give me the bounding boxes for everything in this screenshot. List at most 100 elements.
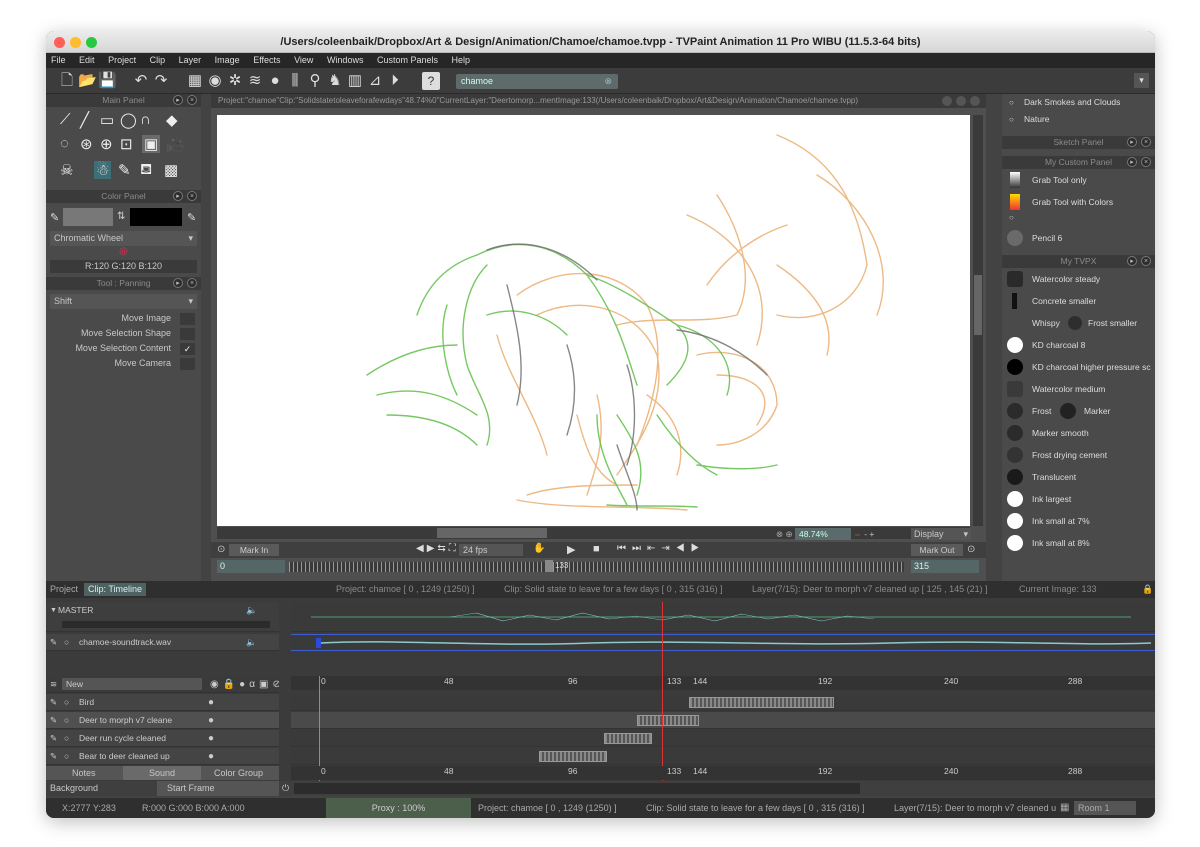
layer-clip[interactable] [689,697,834,708]
zoom-tool-icon[interactable]: ⊕ [100,135,113,153]
zoom-out-icon[interactable]: - + [864,529,874,539]
panel-close-icon[interactable]: × [187,278,197,288]
timeline-scrollbar[interactable] [294,783,860,794]
layer-row-selected[interactable]: ✎ ○ Deer to morph v7 cleane ● [46,712,279,729]
list-item[interactable]: ○ Dark Smokes and Clouds [1002,94,1155,111]
color-wheel-icon[interactable]: ◎ [46,246,201,260]
layer-clip[interactable] [539,751,607,762]
zoom-fit-icon[interactable]: ⇔ [853,529,862,539]
arc-tool-icon[interactable]: ∩ [140,111,151,128]
tab-project[interactable]: Project [50,581,78,598]
checkbox[interactable] [180,328,195,340]
ellipse-tool-icon[interactable]: ◯ [120,111,137,129]
menu-project[interactable]: Project [108,55,136,65]
menu-edit[interactable]: Edit [79,55,95,65]
panel-menu-icon[interactable]: ▸ [173,191,183,201]
sound-start-marker[interactable] [316,638,321,648]
vertical-scrollbar[interactable] [973,115,983,526]
visibility-icon[interactable]: ○ [64,694,69,710]
scrubber-handle[interactable] [545,560,553,572]
drawing-canvas[interactable] [217,115,970,526]
menu-file[interactable]: File [51,55,66,65]
brush-tool-icon[interactable]: ✎ [118,161,131,179]
panel-close-icon[interactable]: × [187,95,197,105]
expand-icon[interactable]: ▼ [50,602,57,619]
menu-clip[interactable]: Clip [150,55,166,65]
brush-watercolor-medium[interactable]: Watercolor medium [1002,378,1155,400]
panel-menu-icon[interactable]: ▸ [1127,137,1137,147]
speaker-icon[interactable]: 🔈 [246,602,257,619]
layer-row[interactable]: ✎ ○ Bear to deer cleaned up ● [46,748,279,765]
hand-icon[interactable]: ✋ [533,543,545,554]
tubes-icon[interactable]: ⫼ [286,72,304,90]
display-select[interactable]: Display ▾ [911,528,971,540]
clear-search-icon[interactable]: ⊗ [604,74,612,89]
layer-clip[interactable] [637,715,699,726]
bulb-icon[interactable]: ● [266,72,284,90]
brush-watercolor-steady[interactable]: Watercolor steady [1002,268,1155,290]
panel-close-icon[interactable]: × [1141,256,1151,266]
eyedropper-b-icon[interactable]: ✎ [187,211,196,224]
new-layer-row[interactable]: ≋ New ◉🔒●α▣⊘ [46,676,279,693]
lasso-tool-icon[interactable]: ◌ [60,135,69,152]
frame-step-icons[interactable]: ⏮⏭⇤⇥◀▶ [617,543,706,554]
tool-mode-select[interactable]: Shift ▾ [50,294,197,309]
menu-view[interactable]: View [294,55,313,65]
frame-scrubber[interactable]: 133 [289,560,904,572]
search-input[interactable]: chamoe ⊗ [456,74,618,89]
panel-menu-icon[interactable]: ▸ [173,95,183,105]
brush-concrete-smaller[interactable]: Concrete smaller [1002,290,1155,312]
undo-icon[interactable]: ↶ [132,72,150,90]
brush-frost-drying-cement[interactable]: Frost drying cement [1002,444,1155,466]
texture-tool-icon[interactable]: ▩ [164,161,178,179]
panel-close-icon[interactable]: × [1141,157,1151,167]
bug-icon[interactable]: ✲ [226,72,244,90]
checkbox[interactable] [180,313,195,325]
menu-windows[interactable]: Windows [327,55,364,65]
panel-close-icon[interactable]: × [1141,137,1151,147]
panel-menu-icon[interactable]: ▸ [1127,157,1137,167]
start-frame-select[interactable]: Start Frame [157,781,279,796]
brush-ink-largest[interactable]: Ink largest [1002,488,1155,510]
magic-wand-icon[interactable]: ⊛ [80,135,93,153]
custom-item-grab-colors[interactable]: Grab Tool with Colors [1002,191,1155,213]
fill-tool-icon[interactable]: ◆ [166,111,178,129]
frame-in-field[interactable]: 0 [217,560,285,573]
brush-ink-small-8[interactable]: Ink small at 8% [1002,532,1155,554]
proxy-indicator[interactable]: Proxy : 100% [326,798,471,818]
loop-controls-icon[interactable]: ◀▶⇆⛶ [416,543,459,554]
master-track-header[interactable]: ▼ MASTER 🔈 [46,602,279,632]
visibility-icon[interactable]: ○ [64,712,69,728]
camera-tool-icon[interactable]: 🎥 [166,135,185,153]
room-icon[interactable]: ▦ [1060,798,1069,818]
color-a-swatch[interactable] [63,208,113,226]
panel-menu-icon[interactable]: ▸ [173,278,183,288]
custom-item-grab-tool[interactable]: Grab Tool only [1002,169,1155,191]
tab-notes[interactable]: Notes [72,766,96,780]
list-item[interactable]: ○ Nature [1002,111,1155,128]
layer-dot-icon[interactable]: ● [208,712,214,728]
option-move-image[interactable]: Move Image [46,311,201,326]
close-window-button[interactable] [54,37,65,48]
menu-image[interactable]: Image [215,55,240,65]
color-b-swatch[interactable] [130,208,182,226]
menu-effects[interactable]: Effects [253,55,280,65]
track-edit-icon[interactable]: ✎ [50,634,57,650]
ruler-icon[interactable]: ⊿ [366,72,384,90]
eyedropper-icon[interactable]: ✎ [50,211,59,224]
frame-out-field[interactable]: 315 [911,560,979,573]
zoom-value[interactable]: 48.74% [794,528,851,540]
mark-in-button[interactable]: Mark In [229,544,279,556]
chart-icon[interactable]: ▥ [346,72,364,90]
option-move-selection-content[interactable]: Move Selection Content ✓ [46,341,201,356]
current-frame-line[interactable] [662,602,663,786]
line-tool-icon[interactable]: ⟋ [60,111,71,128]
layer-edit-icon[interactable]: ✎ [50,712,57,728]
menu-custom-panels[interactable]: Custom Panels [377,55,438,65]
layer-dot-icon[interactable]: ● [208,730,214,746]
pan-tool-icon[interactable]: ▣ [142,135,161,153]
checkbox[interactable] [180,358,195,370]
layer-dot-icon[interactable]: ● [208,694,214,710]
sound-track-header[interactable]: ✎ ○ chamoe-soundtrack.wav 🔈 [46,634,279,651]
play-icon[interactable]: ▶ [567,543,575,556]
